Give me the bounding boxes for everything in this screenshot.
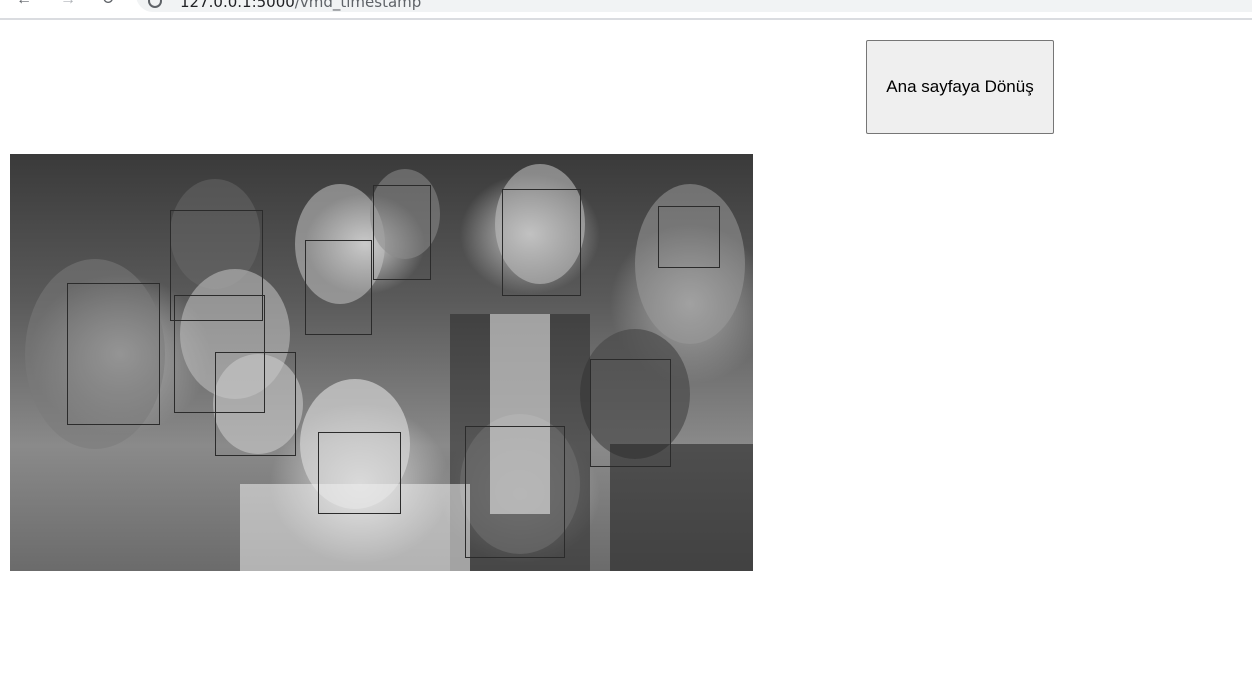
back-arrow-icon[interactable]: ← — [14, 0, 34, 10]
face-box — [658, 206, 720, 268]
forward-arrow-icon[interactable]: → — [58, 0, 78, 10]
face-box — [502, 189, 581, 296]
url-path: /vmd_timestamp — [294, 0, 422, 11]
face-box — [373, 185, 431, 280]
face-box — [67, 283, 160, 425]
face-box — [305, 240, 372, 335]
face-box — [318, 432, 401, 514]
face-box — [465, 426, 565, 558]
address-bar[interactable]: 127.0.0.1:5000/vmd_timestamp — [136, 0, 1252, 12]
home-page-button[interactable]: Ana sayfaya Dönüş — [866, 40, 1054, 134]
face-box — [215, 352, 296, 456]
face-box — [590, 359, 671, 467]
url-host: 127.0.0.1:5000 — [180, 0, 295, 11]
browser-toolbar: ← → ↻ 127.0.0.1:5000/vmd_timestamp — [0, 0, 1252, 20]
url-text: 127.0.0.1:5000/vmd_timestamp — [180, 0, 421, 10]
face-detection-photo — [10, 154, 753, 571]
site-info-icon[interactable] — [148, 0, 162, 8]
reload-icon[interactable]: ↻ — [98, 0, 118, 10]
